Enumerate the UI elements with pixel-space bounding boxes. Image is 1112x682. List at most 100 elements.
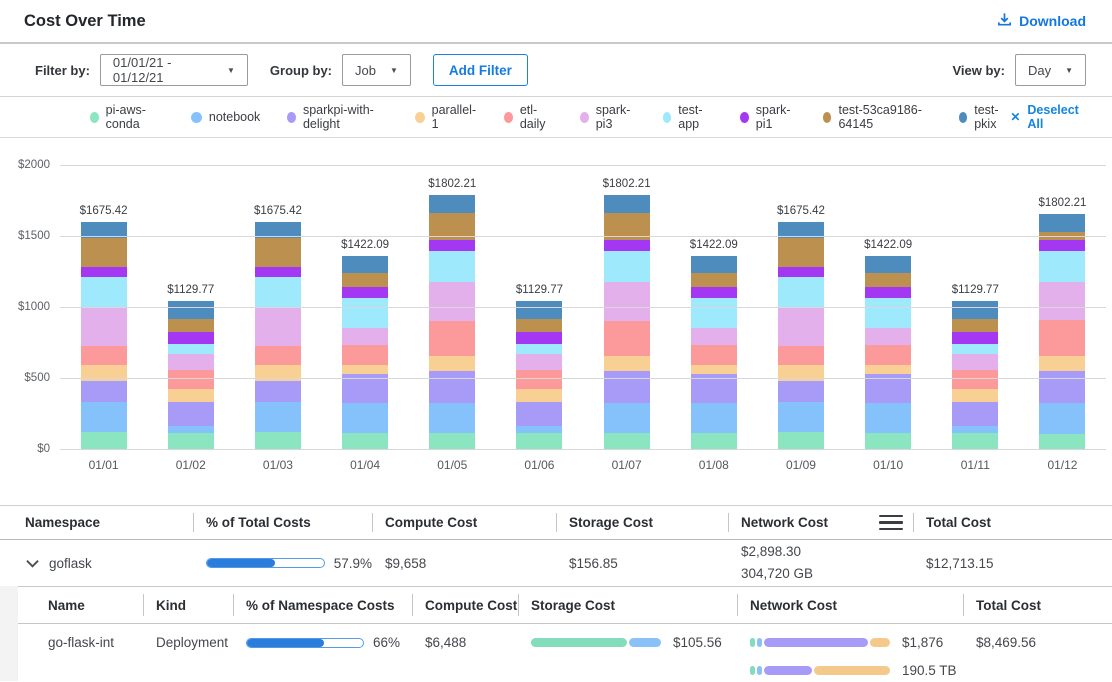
bar-segment-spark-pi1 (778, 267, 824, 277)
x-axis-tick-label: 01/05 (409, 458, 496, 472)
bar-segment-notebook (691, 403, 737, 433)
column-header-storage-cost: Storage Cost (518, 587, 737, 623)
stacked-bar-01/11[interactable] (952, 301, 998, 450)
deselect-all-button[interactable]: ✕ Deselect All (1010, 103, 1086, 131)
column-header-label: Name (48, 598, 85, 613)
stacked-bar-01/04[interactable] (342, 256, 388, 450)
bar-segment-spark-pi3 (604, 282, 650, 321)
sub-total-cost-value: $8,469.56 (963, 635, 1112, 650)
filter-toolbar: Filter by: 01/01/21 - 01/12/21 ▼ Group b… (0, 44, 1112, 97)
column-menu-icon[interactable] (877, 513, 905, 533)
bar-segment-pi-aws-conda (1039, 434, 1085, 450)
mini-bar-segment (814, 666, 890, 675)
chevron-down-icon[interactable] (26, 556, 39, 571)
bar-segment-pi-aws-conda (255, 432, 301, 450)
bar-total-label: $1129.77 (167, 284, 214, 296)
legend-dot (740, 112, 749, 123)
bar-segment-spark-pi3 (778, 308, 824, 346)
namespace-name-cell[interactable]: goflask (0, 556, 193, 571)
column-header-label: Storage Cost (531, 598, 615, 613)
legend-item-sparkpi-with-delight[interactable]: sparkpi-with-delight (287, 103, 388, 131)
bar-segment-test-53ca9186-64145 (81, 238, 127, 267)
sub-storage-cost-cell: $105.56 (518, 635, 737, 663)
table-row-go-flask-int[interactable]: go-flask-int Deployment 66% $6,488 $105.… (18, 624, 1112, 682)
sub-network-cost-cell: $1,876 190.5 TB (737, 635, 963, 682)
legend-label: spark-pi1 (756, 103, 796, 131)
x-axis-tick-label: 01/10 (845, 458, 932, 472)
stacked-bar-01/07[interactable] (604, 195, 650, 450)
legend-item-test-53ca9186-64145[interactable]: test-53ca9186-64145 (823, 103, 932, 131)
bar-segment-test-app (255, 277, 301, 308)
bar-slot-01/11: $1129.77 (932, 166, 1019, 450)
gridline: $0 (60, 449, 1106, 450)
legend-item-notebook[interactable]: notebook (191, 110, 260, 124)
stacked-bar-01/06[interactable] (516, 301, 562, 450)
storage-cost-value: $156.85 (556, 556, 728, 571)
group-by-value: Job (355, 63, 376, 78)
bar-slot-01/12: $1802.21 (1019, 166, 1106, 450)
stacked-bar-01/10[interactable] (865, 256, 911, 450)
stacked-bar-01/09[interactable] (778, 222, 824, 450)
table-row-goflask[interactable]: goflask 57.9% $9,658 $156.85 $2,898.30 3… (0, 540, 1112, 586)
bar-segment-parallel-1 (604, 356, 650, 371)
download-button[interactable]: Download (997, 12, 1086, 30)
bar-slot-01/09: $1675.42 (757, 166, 844, 450)
bar-segment-notebook (778, 402, 824, 433)
view-by-select[interactable]: Day ▼ (1015, 54, 1086, 86)
bar-segment-pi-aws-conda (691, 433, 737, 450)
gridline: $1000 (60, 307, 1106, 308)
sub-compute-cost-value: $6,488 (412, 635, 518, 650)
bar-segment-test-pkix (1039, 214, 1085, 232)
bar-segment-test-53ca9186-64145 (342, 273, 388, 287)
bar-segment-test-pkix (691, 256, 737, 273)
column-header-compute-cost: Compute Cost (372, 506, 556, 539)
bar-segment-spark-pi3 (516, 354, 562, 371)
bar-total-label: $1802.21 (1038, 197, 1086, 209)
bar-segment-spark-pi3 (691, 328, 737, 345)
x-axis-tick-label: 01/04 (322, 458, 409, 472)
add-filter-button[interactable]: Add Filter (433, 54, 528, 86)
stacked-bar-01/08[interactable] (691, 256, 737, 450)
bar-total-label: $1129.77 (952, 284, 999, 296)
stacked-bar-01/05[interactable] (429, 195, 475, 450)
stacked-bar-01/03[interactable] (255, 222, 301, 450)
bar-segment-spark-pi3 (865, 328, 911, 345)
bar-segment-notebook (429, 403, 475, 433)
bar-total-label: $1422.09 (864, 239, 912, 251)
column-header-%-of-namespace-costs: % of Namespace Costs (233, 587, 412, 623)
column-header-label: Compute Cost (385, 515, 477, 530)
group-by-select[interactable]: Job ▼ (342, 54, 411, 86)
bar-total-label: $1129.77 (516, 284, 563, 296)
date-range-select[interactable]: 01/01/21 - 01/12/21 ▼ (100, 54, 248, 86)
close-icon: ✕ (1010, 110, 1020, 124)
bar-segment-pi-aws-conda (952, 433, 998, 450)
bar-slot-01/06: $1129.77 (496, 166, 583, 450)
chart-plot-area: $1675.42 $1129.77 $1675.42 $1422.09 $1802.21… (60, 166, 1106, 450)
pct-of-namespace-cell: 66% (233, 635, 412, 650)
bar-total-label: $1422.09 (690, 239, 738, 251)
legend-item-pi-aws-conda[interactable]: pi-aws-conda (90, 103, 164, 131)
legend-item-test-pkix[interactable]: test-pkix (959, 103, 1011, 131)
bar-segment-spark-pi3 (429, 282, 475, 321)
sub-network-volume-value: 190.5 TB (902, 663, 957, 678)
legend-item-parallel-1[interactable]: parallel-1 (415, 103, 477, 131)
legend-item-spark-pi1[interactable]: spark-pi1 (740, 103, 796, 131)
bar-segment-etl-daily (168, 370, 214, 388)
bar-segment-test-app (429, 251, 475, 282)
bar-segment-etl-daily (1039, 320, 1085, 356)
stacked-bar-01/12[interactable] (1039, 214, 1085, 450)
legend-label: test-app (678, 103, 713, 131)
legend-label: test-53ca9186-64145 (838, 103, 931, 131)
sub-storage-cost-value: $105.56 (673, 635, 722, 650)
column-header-namespace: Namespace (0, 506, 193, 539)
bar-segment-spark-pi1 (865, 287, 911, 298)
legend-item-spark-pi3[interactable]: spark-pi3 (580, 103, 636, 131)
stacked-bar-01/01[interactable] (81, 222, 127, 450)
bar-segment-spark-pi3 (255, 308, 301, 346)
page-title: Cost Over Time (24, 12, 146, 31)
bar-slot-01/08: $1422.09 (670, 166, 757, 450)
stacked-bar-01/02[interactable] (168, 301, 214, 450)
bar-slot-01/03: $1675.42 (234, 166, 321, 450)
legend-item-test-app[interactable]: test-app (663, 103, 714, 131)
legend-item-etl-daily[interactable]: etl-daily (504, 103, 553, 131)
